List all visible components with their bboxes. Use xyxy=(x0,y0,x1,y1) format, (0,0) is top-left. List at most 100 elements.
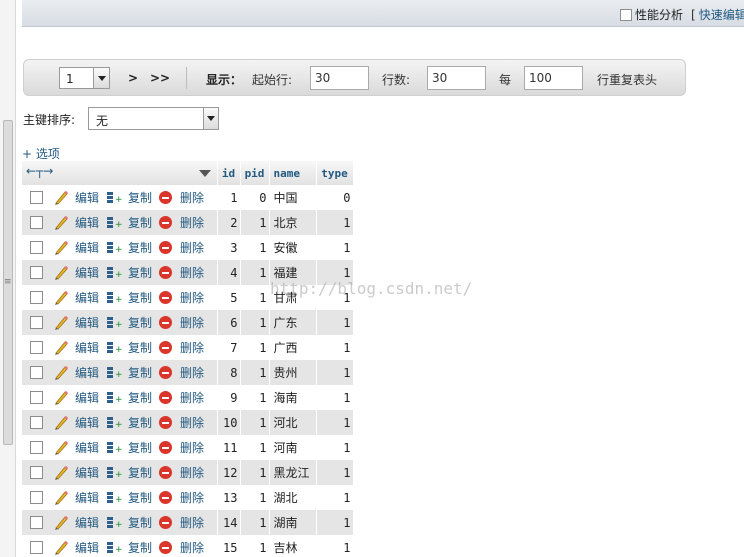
cell-pid[interactable]: 1 xyxy=(240,485,270,510)
cell-pid[interactable]: 1 xyxy=(240,210,270,235)
cell-type[interactable]: 1 xyxy=(316,385,354,410)
column-header-name[interactable]: name xyxy=(269,161,317,185)
delete-row-button[interactable]: 删除 xyxy=(159,414,204,431)
delete-row-button[interactable]: 删除 xyxy=(159,489,204,506)
cell-pid[interactable]: 1 xyxy=(240,435,270,460)
copy-row-button[interactable]: + 复制 xyxy=(106,289,152,306)
copy-row-button[interactable]: + 复制 xyxy=(106,189,152,206)
cell-pid[interactable]: 1 xyxy=(240,285,270,310)
cell-id[interactable]: 8 xyxy=(217,360,241,385)
sort-by-key-select[interactable]: 无 xyxy=(88,107,219,130)
cell-name[interactable]: 海南 xyxy=(269,385,317,410)
options-toggle-link[interactable]: + 选项 xyxy=(22,145,60,162)
cell-type[interactable]: 0 xyxy=(316,185,354,210)
cell-type[interactable]: 1 xyxy=(316,360,354,385)
edit-row-button[interactable]: 编辑 xyxy=(53,264,99,281)
copy-row-button[interactable]: + 复制 xyxy=(106,264,152,281)
delete-row-button[interactable]: 删除 xyxy=(159,514,204,531)
chevron-down-icon[interactable] xyxy=(203,108,218,129)
cell-name[interactable]: 河北 xyxy=(269,410,317,435)
cell-pid[interactable]: 1 xyxy=(240,260,270,285)
row-checkbox[interactable] xyxy=(30,266,43,279)
cell-pid[interactable]: 1 xyxy=(240,360,270,385)
cell-id[interactable]: 4 xyxy=(217,260,241,285)
copy-row-button[interactable]: + 复制 xyxy=(106,339,152,356)
cell-name[interactable]: 福建 xyxy=(269,260,317,285)
edit-row-button[interactable]: 编辑 xyxy=(53,314,99,331)
page-select[interactable]: 1 xyxy=(59,67,110,89)
row-checkbox[interactable] xyxy=(30,216,43,229)
repeat-header-input[interactable] xyxy=(524,66,583,90)
row-checkbox[interactable] xyxy=(30,541,43,554)
cell-type[interactable]: 1 xyxy=(316,210,354,235)
row-checkbox[interactable] xyxy=(30,241,43,254)
edit-row-button[interactable]: 编辑 xyxy=(53,414,99,431)
cell-id[interactable]: 12 xyxy=(217,460,241,485)
cell-name[interactable]: 湖北 xyxy=(269,485,317,510)
edit-row-button[interactable]: 编辑 xyxy=(53,214,99,231)
cell-id[interactable]: 11 xyxy=(217,435,241,460)
edit-row-button[interactable]: 编辑 xyxy=(53,539,99,556)
delete-row-button[interactable]: 删除 xyxy=(159,439,204,456)
cell-name[interactable]: 中国 xyxy=(269,185,317,210)
row-checkbox[interactable] xyxy=(30,416,43,429)
caret-down-icon[interactable] xyxy=(198,170,211,177)
cell-id[interactable]: 15 xyxy=(217,535,241,557)
cell-type[interactable]: 1 xyxy=(316,310,354,335)
cell-pid[interactable]: 1 xyxy=(240,410,270,435)
chevron-down-icon[interactable] xyxy=(93,68,109,88)
next-page-button[interactable]: > xyxy=(128,71,138,85)
cell-pid[interactable]: 1 xyxy=(240,535,270,557)
cell-id[interactable]: 5 xyxy=(217,285,241,310)
cell-id[interactable]: 14 xyxy=(217,510,241,535)
cell-type[interactable]: 1 xyxy=(316,260,354,285)
copy-row-button[interactable]: + 复制 xyxy=(106,389,152,406)
cell-type[interactable]: 1 xyxy=(316,510,354,535)
cell-name[interactable]: 河南 xyxy=(269,435,317,460)
delete-row-button[interactable]: 删除 xyxy=(159,539,204,556)
copy-row-button[interactable]: + 复制 xyxy=(106,364,152,381)
delete-row-button[interactable]: 删除 xyxy=(159,289,204,306)
copy-row-button[interactable]: + 复制 xyxy=(106,414,152,431)
cell-id[interactable]: 6 xyxy=(217,310,241,335)
delete-row-button[interactable]: 删除 xyxy=(159,264,204,281)
quick-edit-link[interactable]: 快速编辑 xyxy=(699,6,744,23)
row-checkbox[interactable] xyxy=(30,341,43,354)
copy-row-button[interactable]: + 复制 xyxy=(106,489,152,506)
delete-row-button[interactable]: 删除 xyxy=(159,339,204,356)
rows-input[interactable] xyxy=(427,66,486,90)
cell-type[interactable]: 1 xyxy=(316,535,354,557)
delete-row-button[interactable]: 删除 xyxy=(159,464,204,481)
row-checkbox[interactable] xyxy=(30,316,43,329)
column-header-type[interactable]: type xyxy=(316,161,354,185)
last-page-button[interactable]: >> xyxy=(150,71,170,85)
row-checkbox[interactable] xyxy=(30,516,43,529)
row-checkbox[interactable] xyxy=(30,291,43,304)
left-scrollbar[interactable]: ≡ xyxy=(0,0,16,557)
cell-pid[interactable]: 1 xyxy=(240,335,270,360)
row-checkbox[interactable] xyxy=(30,366,43,379)
row-checkbox[interactable] xyxy=(30,391,43,404)
cell-id[interactable]: 13 xyxy=(217,485,241,510)
edit-row-button[interactable]: 编辑 xyxy=(53,514,99,531)
cell-pid[interactable]: 1 xyxy=(240,385,270,410)
delete-row-button[interactable]: 删除 xyxy=(159,239,204,256)
row-checkbox[interactable] xyxy=(30,441,43,454)
edit-row-button[interactable]: 编辑 xyxy=(53,464,99,481)
cell-pid[interactable]: 1 xyxy=(240,510,270,535)
cell-pid[interactable]: 1 xyxy=(240,235,270,260)
cell-name[interactable]: 北京 xyxy=(269,210,317,235)
cell-pid[interactable]: 0 xyxy=(240,185,270,210)
edit-row-button[interactable]: 编辑 xyxy=(53,389,99,406)
cell-name[interactable]: 吉林 xyxy=(269,535,317,557)
edit-row-button[interactable]: 编辑 xyxy=(53,439,99,456)
column-header-pid[interactable]: pid xyxy=(240,161,270,185)
edit-row-button[interactable]: 编辑 xyxy=(53,489,99,506)
edit-row-button[interactable]: 编辑 xyxy=(53,189,99,206)
copy-row-button[interactable]: + 复制 xyxy=(106,314,152,331)
start-row-input[interactable] xyxy=(310,66,369,90)
cell-type[interactable]: 1 xyxy=(316,410,354,435)
cell-pid[interactable]: 1 xyxy=(240,460,270,485)
copy-row-button[interactable]: + 复制 xyxy=(106,439,152,456)
cell-type[interactable]: 1 xyxy=(316,485,354,510)
